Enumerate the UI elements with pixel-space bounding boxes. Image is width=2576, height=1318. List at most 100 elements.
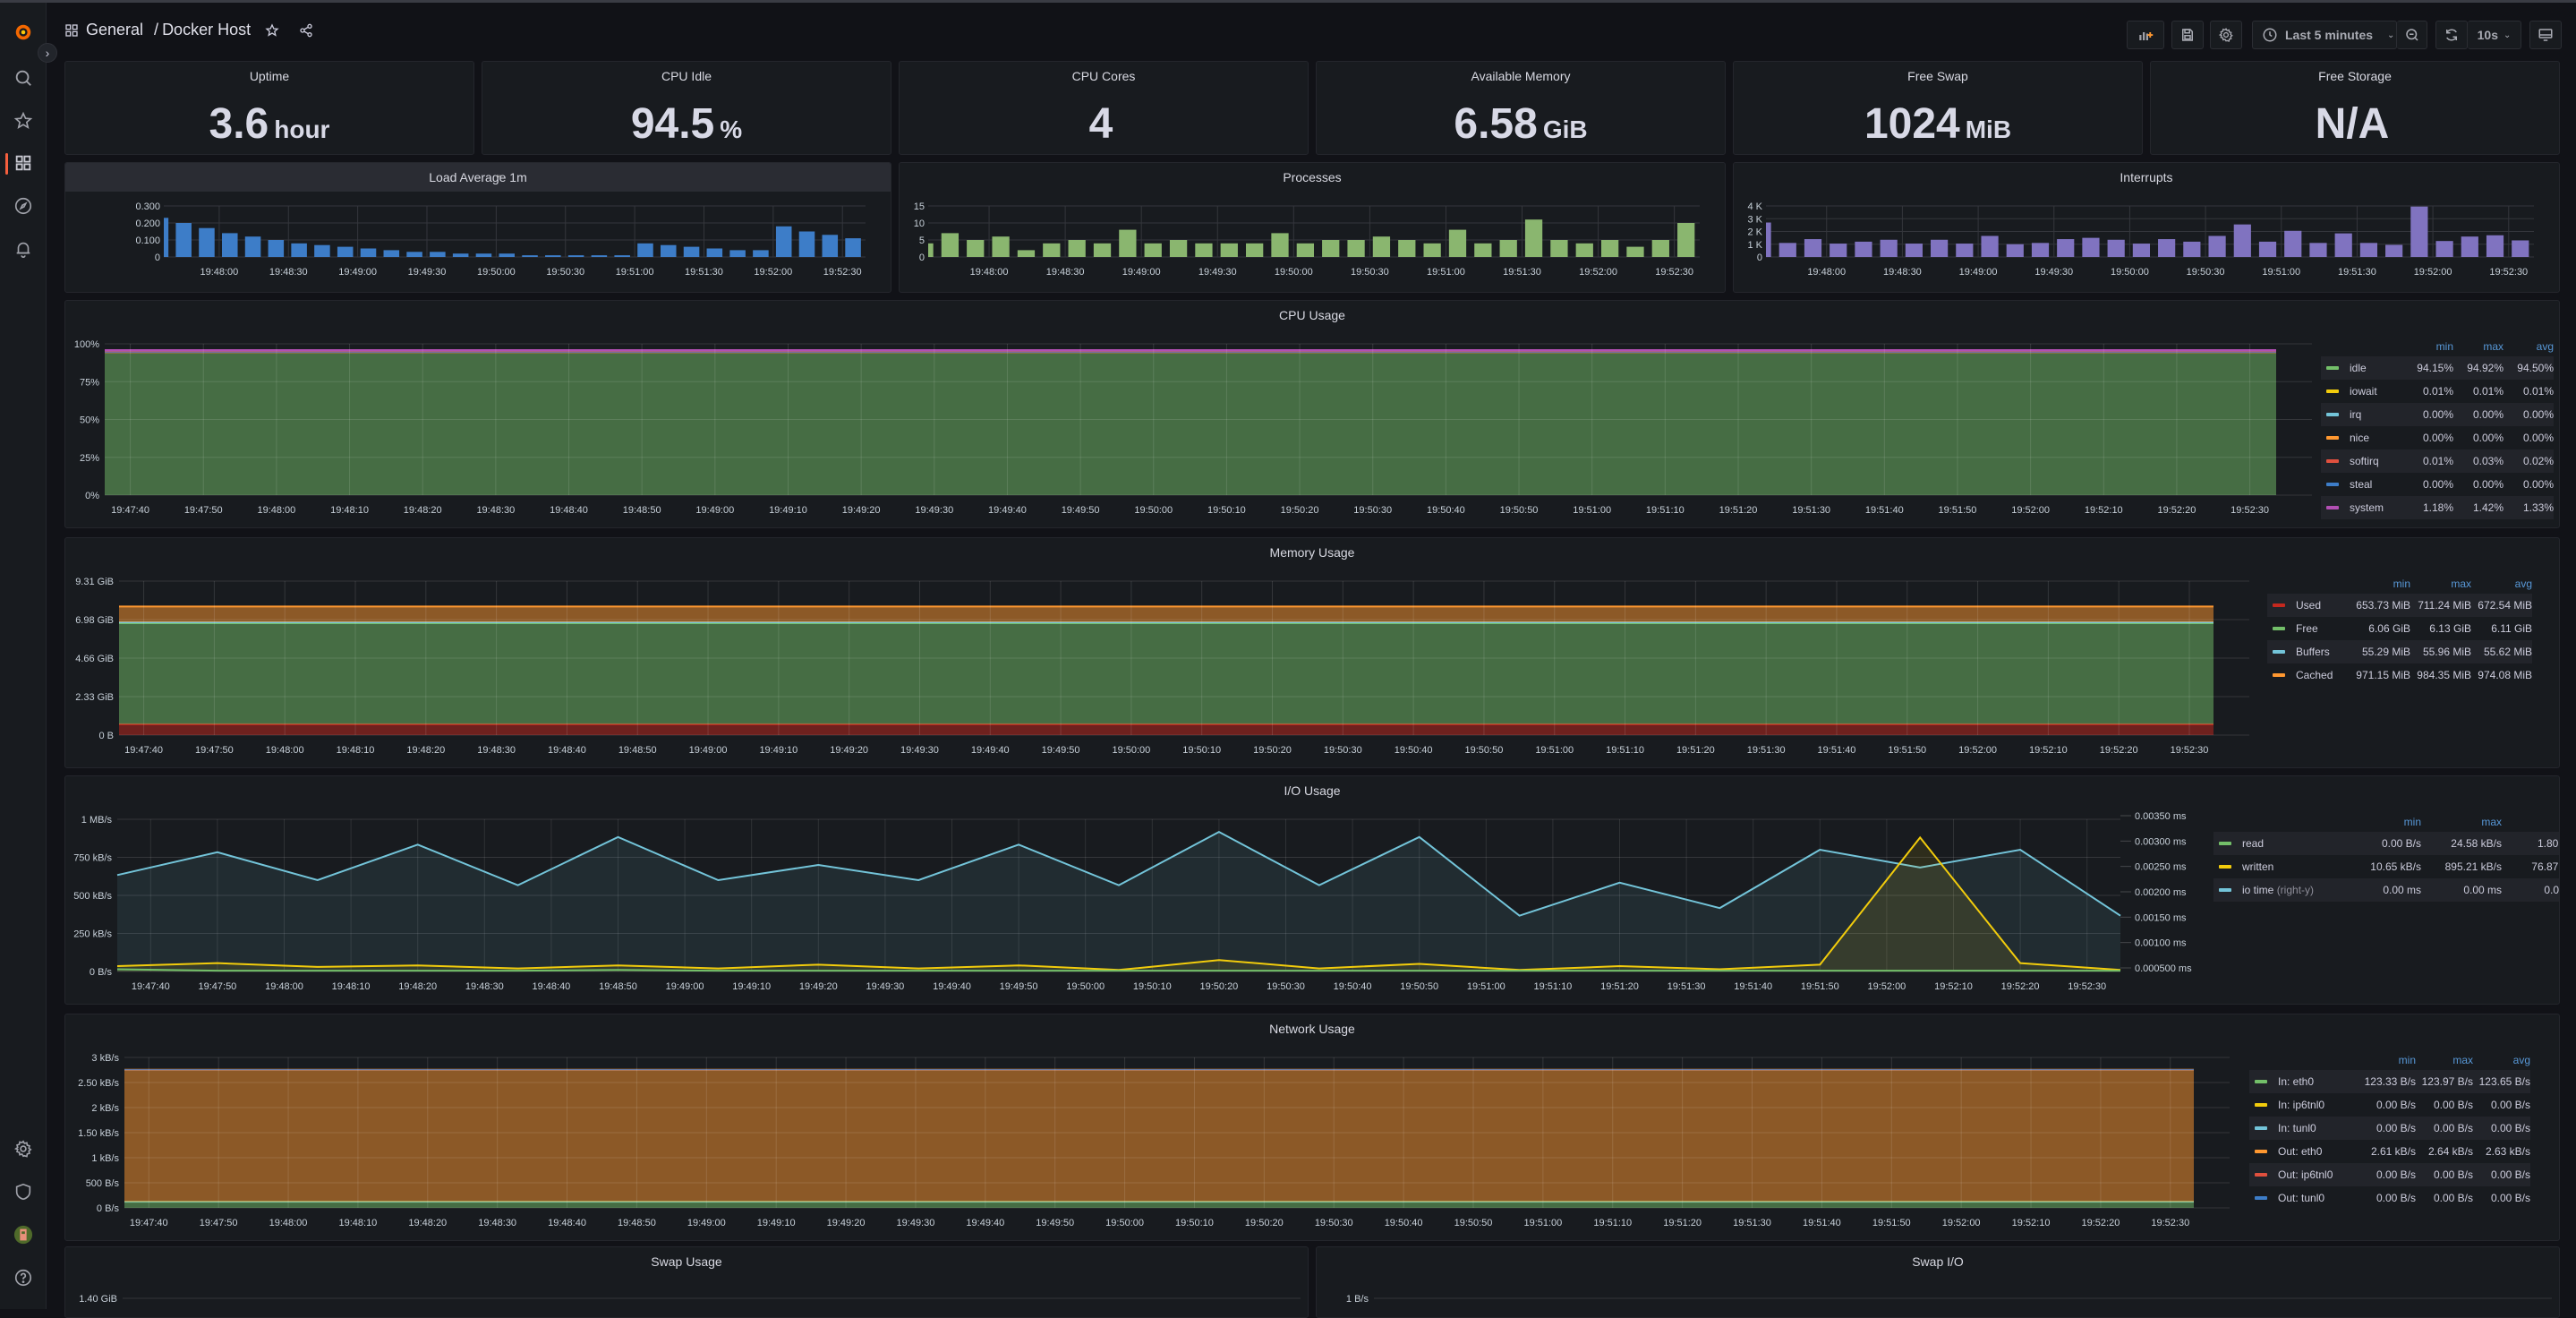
breadcrumb-folder[interactable]: General bbox=[86, 21, 143, 39]
alerting-bell-icon[interactable] bbox=[12, 237, 35, 261]
legend-item[interactable]: In: eth0 123.33 B/s 123.97 B/s 123.65 B/… bbox=[2249, 1070, 2530, 1093]
stat-panel-cpu-cores[interactable]: CPU Cores 4 bbox=[899, 61, 1309, 155]
x-tick-label: 19:50:30 bbox=[1353, 505, 1392, 516]
legend-item[interactable]: steal 0.00% 0.00% 0.00% bbox=[2321, 473, 2554, 496]
legend-item[interactable]: read 0.00 B/s 24.58 kB/s 1.80 kB/s bbox=[2213, 832, 2560, 855]
io-panel[interactable]: I/O Usage0 B/s250 kB/s500 kB/s750 kB/s1 … bbox=[64, 775, 2560, 1005]
bar bbox=[799, 232, 815, 258]
legend-item[interactable]: system 1.18% 1.42% 1.33% bbox=[2321, 496, 2554, 519]
legend-header-min[interactable]: min bbox=[2350, 578, 2410, 590]
bar bbox=[592, 255, 608, 257]
net-panel[interactable]: Network Usage0 B/s500 B/s1 kB/s1.50 kB/s… bbox=[64, 1014, 2560, 1241]
swap-usage-panel[interactable]: Swap Usage1.40 GiB bbox=[64, 1246, 1309, 1318]
stat-unit: GiB bbox=[1543, 116, 1588, 143]
mem-panel[interactable]: Memory Usage0 B2.33 GiB4.66 GiB6.98 GiB9… bbox=[64, 537, 2560, 768]
legend-item[interactable]: Cached 971.15 MiB 984.35 MiB 974.08 MiB bbox=[2267, 663, 2532, 687]
x-tick-label: 19:47:40 bbox=[130, 1218, 168, 1228]
bar bbox=[291, 244, 307, 257]
legend-item[interactable]: Out: eth0 2.61 kB/s 2.64 kB/s 2.63 kB/s bbox=[2249, 1140, 2530, 1163]
legend-item[interactable]: Used 653.73 MiB 711.24 MiB 672.54 MiB bbox=[2267, 594, 2532, 617]
series-name: iowait bbox=[2350, 385, 2403, 398]
legend-header-avg[interactable]: avg bbox=[2473, 1054, 2530, 1066]
series-max: 123.97 B/s bbox=[2416, 1075, 2473, 1088]
dashboard-title[interactable]: Docker Host bbox=[162, 21, 251, 39]
legend-header-max[interactable]: max bbox=[2453, 340, 2503, 353]
legend-item[interactable]: Free 6.06 GiB 6.13 GiB 6.11 GiB bbox=[2267, 617, 2532, 640]
user-avatar[interactable] bbox=[12, 1223, 35, 1246]
zoom-out-button[interactable] bbox=[2397, 21, 2427, 49]
bar bbox=[406, 252, 422, 257]
legend-header-avg[interactable]: avg bbox=[2503, 340, 2554, 353]
tv-mode-button[interactable] bbox=[2529, 21, 2562, 49]
x-tick-label: 19:50:30 bbox=[1267, 981, 1305, 992]
x-tick-label: 19:48:20 bbox=[398, 981, 437, 992]
intr-panel[interactable]: Interrupts01 K2 K3 K4 K19:48:0019:48:301… bbox=[1733, 162, 2560, 293]
x-tick-label: 19:48:00 bbox=[266, 745, 304, 756]
y-tick-label: 750 kB/s bbox=[73, 853, 112, 864]
legend-header-min[interactable]: min bbox=[2403, 340, 2453, 353]
legend-header-avg[interactable]: avg bbox=[2502, 816, 2560, 828]
stat-panel-free-swap[interactable]: Free Swap 1024MiB bbox=[1733, 61, 2143, 155]
swap-io-panel[interactable]: Swap I/O1 B/s bbox=[1316, 1246, 2560, 1318]
legend-header-max[interactable]: max bbox=[2416, 1054, 2473, 1066]
legend-item[interactable]: Out: tunl0 0.00 B/s 0.00 B/s 0.00 B/s bbox=[2249, 1186, 2530, 1210]
legend-header-min[interactable]: min bbox=[2341, 816, 2421, 828]
legend-item[interactable]: idle 94.15% 94.92% 94.50% bbox=[2321, 356, 2554, 380]
legend-item[interactable]: io time (right-y) 0.00 ms 0.00 ms 0.00 m… bbox=[2213, 878, 2560, 902]
dashboard-settings-button[interactable] bbox=[2210, 21, 2242, 49]
series-min: 55.29 MiB bbox=[2350, 646, 2410, 658]
series-max: 0.03% bbox=[2453, 455, 2503, 467]
legend-header-min[interactable]: min bbox=[2358, 1054, 2416, 1066]
x-tick-label: 19:52:20 bbox=[2158, 505, 2196, 516]
legend-header-max[interactable]: max bbox=[2421, 816, 2502, 828]
proc-panel[interactable]: Processes05101519:48:0019:48:3019:49:001… bbox=[899, 162, 1726, 293]
stat-panel-cpu-idle[interactable]: CPU Idle 94.5% bbox=[482, 61, 891, 155]
add-panel-button[interactable] bbox=[2127, 21, 2164, 49]
series-area-io-time bbox=[117, 832, 2120, 971]
bar bbox=[2032, 243, 2049, 257]
legend-header-max[interactable]: max bbox=[2410, 578, 2471, 590]
x-tick-label: 19:51:30 bbox=[685, 267, 723, 278]
star-dashboard-icon[interactable] bbox=[265, 23, 279, 38]
starred-icon[interactable] bbox=[12, 109, 35, 133]
refresh-interval-picker[interactable]: 10s ⌄ bbox=[2468, 21, 2521, 49]
save-dashboard-button[interactable] bbox=[2171, 21, 2204, 49]
x-tick-label: 19:47:50 bbox=[184, 505, 223, 516]
search-icon[interactable] bbox=[12, 66, 35, 90]
legend-item[interactable]: Out: ip6tnl0 0.00 B/s 0.00 B/s 0.00 B/s bbox=[2249, 1163, 2530, 1186]
series-color-swatch bbox=[2255, 1103, 2267, 1107]
explore-icon[interactable] bbox=[12, 194, 35, 218]
share-icon[interactable] bbox=[299, 23, 313, 38]
sidebar-expand-button[interactable]: › bbox=[38, 43, 57, 63]
grafana-logo-icon[interactable] bbox=[12, 21, 35, 44]
series-name: idle bbox=[2350, 362, 2403, 374]
x-tick-label: 19:48:50 bbox=[618, 1218, 656, 1228]
dashboards-icon[interactable] bbox=[12, 151, 35, 175]
stat-panel-uptime[interactable]: Uptime 3.6hour bbox=[64, 61, 474, 155]
series-name: Out: eth0 bbox=[2278, 1145, 2358, 1158]
legend-item[interactable]: written 10.65 kB/s 895.21 kB/s 76.87 kB/… bbox=[2213, 855, 2560, 878]
load-panel[interactable]: Load Average 1m ⌄00.1000.2000.30019:48:0… bbox=[64, 162, 891, 293]
x-tick-label: 19:51:50 bbox=[1801, 981, 1839, 992]
x-tick-label: 19:50:40 bbox=[1427, 505, 1465, 516]
legend-item[interactable]: In: tunl0 0.00 B/s 0.00 B/s 0.00 B/s bbox=[2249, 1117, 2530, 1140]
legend-item[interactable]: Buffers 55.29 MiB 55.96 MiB 55.62 MiB bbox=[2267, 640, 2532, 663]
time-range-picker[interactable]: Last 5 minutes ⌄ bbox=[2252, 21, 2397, 49]
legend-item[interactable]: softirq 0.01% 0.03% 0.02% bbox=[2321, 449, 2554, 473]
configuration-gear-icon[interactable] bbox=[12, 1137, 35, 1160]
legend-item[interactable]: iowait 0.01% 0.01% 0.01% bbox=[2321, 380, 2554, 403]
refresh-button[interactable] bbox=[2435, 21, 2468, 49]
bar bbox=[2082, 238, 2099, 257]
legend-item[interactable]: nice 0.00% 0.00% 0.00% bbox=[2321, 426, 2554, 449]
legend-item[interactable]: In: ip6tnl0 0.00 B/s 0.00 B/s 0.00 B/s bbox=[2249, 1093, 2530, 1117]
series-color-swatch bbox=[2255, 1196, 2267, 1200]
stat-panel-free-storage[interactable]: Free Storage N/A bbox=[2150, 61, 2560, 155]
legend-item[interactable]: irq 0.00% 0.00% 0.00% bbox=[2321, 403, 2554, 426]
help-icon[interactable] bbox=[12, 1266, 35, 1289]
x-tick-label: 19:47:50 bbox=[200, 1218, 238, 1228]
stat-panel-available-memory[interactable]: Available Memory 6.58GiB bbox=[1316, 61, 1726, 155]
server-admin-shield-icon[interactable] bbox=[12, 1180, 35, 1203]
legend-header-avg[interactable]: avg bbox=[2471, 578, 2532, 590]
cpu-panel[interactable]: CPU Usage0%25%50%75%100%19:47:4019:47:50… bbox=[64, 300, 2560, 528]
bar bbox=[1297, 244, 1314, 257]
